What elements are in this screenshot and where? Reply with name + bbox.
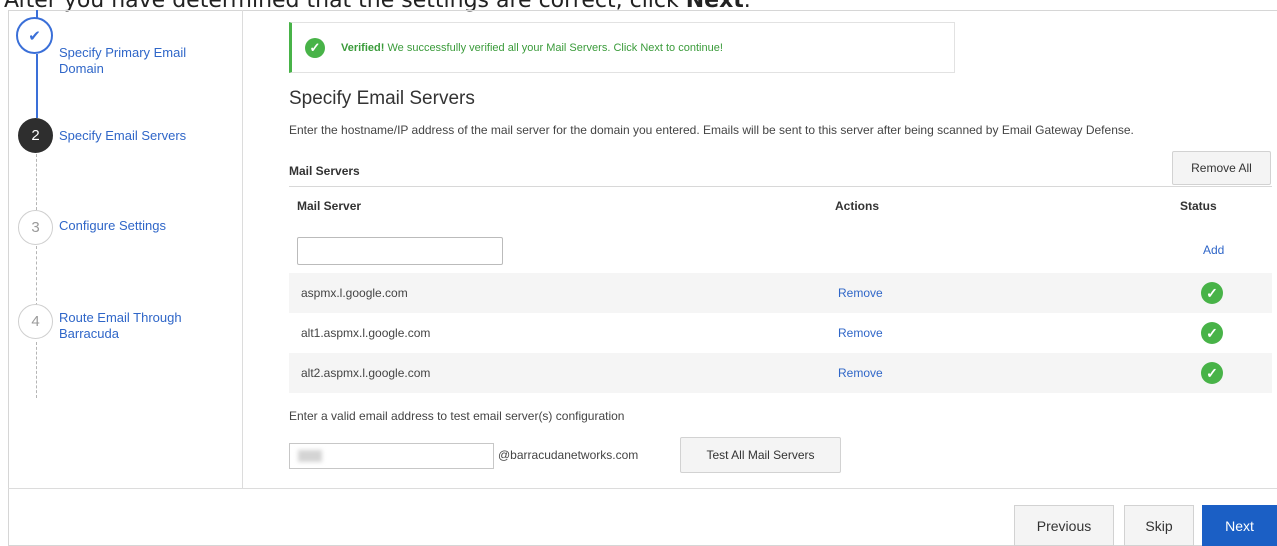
step-2-label[interactable]: Specify Email Servers bbox=[59, 128, 186, 144]
page-description: Enter the hostname/IP address of the mai… bbox=[289, 123, 1134, 137]
column-header-status: Status bbox=[1180, 199, 1217, 213]
banner-bold: Verified! bbox=[341, 41, 385, 54]
step-connector bbox=[36, 342, 37, 398]
verified-banner: ✓ Verified! We successfully verified all… bbox=[289, 22, 955, 73]
column-header-mail-server: Mail Server bbox=[297, 199, 362, 213]
step-connector bbox=[36, 54, 38, 118]
mail-server-name: aspmx.l.google.com bbox=[301, 286, 408, 300]
mail-servers-heading: Mail Servers bbox=[289, 164, 360, 178]
skip-button[interactable]: Skip bbox=[1124, 505, 1194, 546]
remove-all-button[interactable]: Remove All bbox=[1172, 151, 1271, 185]
step-4-number: 4 bbox=[18, 304, 53, 339]
column-header-actions: Actions bbox=[835, 199, 880, 213]
test-all-mail-servers-button[interactable]: Test All Mail Servers bbox=[680, 437, 841, 473]
previous-button[interactable]: Previous bbox=[1014, 505, 1114, 546]
status-check-icon: ✓ bbox=[1201, 282, 1223, 304]
wizard-sidebar bbox=[8, 10, 243, 488]
email-domain-suffix: @barracudanetworks.com bbox=[498, 448, 639, 462]
status-check-icon: ✓ bbox=[1201, 322, 1223, 344]
banner-text: We successfully verified all your Mail S… bbox=[384, 41, 723, 54]
mail-server-name: alt2.aspmx.l.google.com bbox=[301, 366, 431, 380]
test-email-label: Enter a valid email address to test emai… bbox=[289, 409, 625, 423]
check-circle-icon: ✓ bbox=[305, 37, 325, 58]
status-cell: ✓ bbox=[1201, 322, 1223, 344]
step-connector bbox=[36, 154, 37, 210]
page-title: Specify Email Servers bbox=[289, 88, 475, 109]
step-3-number: 3 bbox=[18, 210, 53, 245]
add-server-link[interactable]: Add bbox=[1203, 243, 1224, 257]
step-3-label[interactable]: Configure Settings bbox=[59, 218, 166, 234]
step-4-label[interactable]: Route Email Through Barracuda bbox=[59, 310, 209, 342]
test-email-input[interactable] bbox=[289, 443, 494, 469]
remove-link[interactable]: Remove bbox=[838, 366, 883, 380]
step-2-number: 2 bbox=[18, 118, 53, 153]
table-row: alt1.aspmx.l.google.com Remove ✓ bbox=[289, 313, 1272, 353]
remove-link[interactable]: Remove bbox=[838, 326, 883, 340]
step-connector bbox=[36, 246, 37, 306]
step-1-check-icon: ✔ bbox=[16, 17, 53, 54]
footer-divider bbox=[8, 488, 1277, 489]
mail-server-input[interactable] bbox=[297, 237, 503, 265]
status-cell: ✓ bbox=[1201, 282, 1223, 304]
mail-server-name: alt1.aspmx.l.google.com bbox=[301, 326, 431, 340]
status-check-icon: ✓ bbox=[1201, 362, 1223, 384]
banner-message: Verified! We successfully verified all y… bbox=[341, 42, 723, 54]
table-row: alt2.aspmx.l.google.com Remove ✓ bbox=[289, 353, 1272, 393]
add-server-row: Add bbox=[289, 229, 1272, 269]
remove-link[interactable]: Remove bbox=[838, 286, 883, 300]
next-button[interactable]: Next bbox=[1202, 505, 1277, 546]
table-row: aspmx.l.google.com Remove ✓ bbox=[289, 273, 1272, 313]
status-cell: ✓ bbox=[1201, 362, 1223, 384]
redacted-username bbox=[298, 450, 322, 462]
step-1-label[interactable]: Specify Primary Email Domain bbox=[59, 45, 219, 77]
mail-servers-table: Mail Server Actions Status Add aspmx.l.g… bbox=[289, 186, 1272, 393]
